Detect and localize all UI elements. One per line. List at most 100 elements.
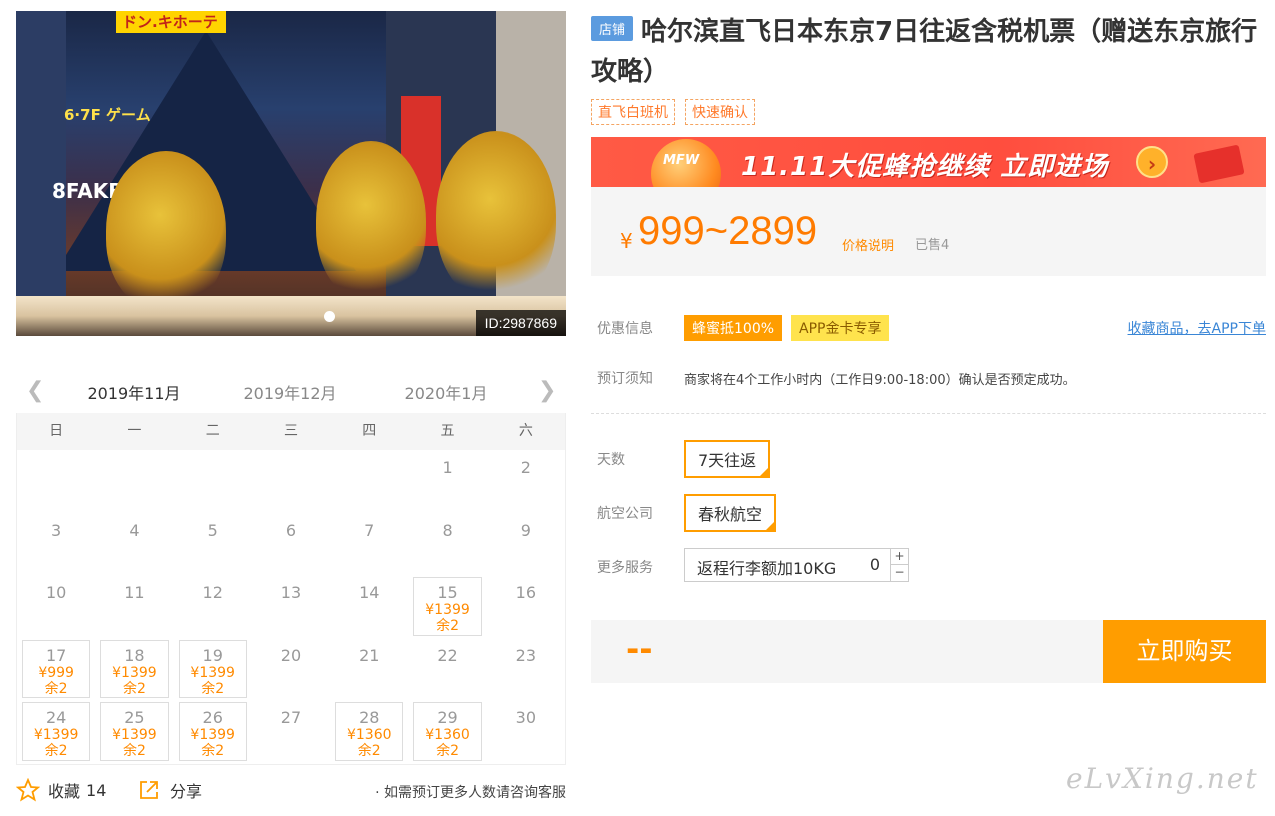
balloon-logo-icon: MFW bbox=[651, 139, 721, 187]
day-number: 10 bbox=[45, 583, 67, 603]
calendar-day[interactable]: 17 ¥999 余2 bbox=[17, 638, 95, 701]
calendar-day[interactable]: 15 ¥1399 余2 bbox=[408, 575, 486, 638]
day-number: 25 bbox=[124, 708, 145, 728]
promo-label: 优惠信息 bbox=[597, 321, 653, 337]
chevron-right-icon[interactable]: ❯ bbox=[538, 378, 556, 403]
calendar-day[interactable]: 24 ¥1399 余2 bbox=[17, 700, 95, 763]
calendar-day: 10 bbox=[17, 575, 95, 638]
weekday: 日 bbox=[49, 423, 64, 439]
calendar-day: 21 bbox=[330, 638, 408, 701]
honey-discount-badge: 蜂蜜抵100% bbox=[684, 315, 783, 341]
day-number: 9 bbox=[520, 520, 531, 540]
weekday: 六 bbox=[518, 423, 533, 439]
service-label: 更多服务 bbox=[597, 560, 653, 576]
calendar-day: 9 bbox=[487, 513, 565, 576]
shop-badge[interactable]: 店铺 bbox=[591, 16, 634, 41]
divider bbox=[591, 413, 1266, 414]
calendar-week: 12 bbox=[17, 450, 565, 513]
favorite-button[interactable]: 收藏 14 bbox=[16, 778, 106, 802]
calendar-day: 7 bbox=[330, 513, 408, 576]
day-number: 14 bbox=[359, 583, 380, 603]
red-envelope-icon bbox=[1193, 144, 1245, 184]
tab-month-jan[interactable]: 2020年1月 bbox=[390, 380, 502, 404]
sold-count: 已售4 bbox=[915, 238, 950, 253]
day-number: 23 bbox=[515, 645, 536, 665]
day-number: 6 bbox=[285, 520, 297, 540]
balloon-text: MFW bbox=[663, 153, 700, 168]
product-gallery[interactable]: ドン.キホーテ 6·7F ゲーム 8FAKB ID:2987869 bbox=[16, 11, 566, 336]
calendar-empty bbox=[174, 450, 252, 513]
share-button[interactable]: 分享 bbox=[138, 778, 202, 802]
favorite-app-link[interactable]: 收藏商品，去APP下单 bbox=[1128, 318, 1266, 338]
tab-month-dec[interactable]: 2019年12月 bbox=[234, 380, 346, 404]
price-explain-link[interactable]: 价格说明 bbox=[842, 235, 894, 254]
airline-label: 航空公司 bbox=[597, 506, 653, 522]
arrow-right-icon: › bbox=[1136, 146, 1168, 178]
calendar-day: 20 bbox=[252, 638, 330, 701]
game-sign-text: 6·7F ゲーム bbox=[64, 106, 151, 124]
price-range: 999~2899 bbox=[638, 209, 818, 253]
luggage-service-stepper: 返程行李额加10KG 0 + − bbox=[684, 548, 909, 582]
carousel-dot[interactable] bbox=[324, 311, 335, 322]
calendar-week: 24 ¥1399 余2 25 ¥1399 余2 26 ¥1399 余2 27 28 ¥1360 余2 29… bbox=[17, 700, 565, 763]
day-number: 21 bbox=[359, 645, 380, 665]
calendar-empty bbox=[95, 450, 173, 513]
booking-label: 预订须知 bbox=[597, 371, 653, 387]
calendar-day[interactable]: 18 ¥1399 余2 bbox=[95, 638, 173, 701]
calendar-day: 5 bbox=[174, 513, 252, 576]
calendar-day: 13 bbox=[252, 575, 330, 638]
day-number: 29 bbox=[437, 708, 458, 728]
day-number: 3 bbox=[51, 520, 62, 540]
days-label: 天数 bbox=[597, 452, 625, 468]
day-price: ¥1399 bbox=[425, 602, 470, 619]
share-icon bbox=[140, 781, 158, 799]
day-number bbox=[17, 450, 95, 458]
feature-tag: 直飞白班机 bbox=[591, 99, 675, 125]
gallery-footer: 收藏 14 分享 · 如需预订更多人数请咨询客服 bbox=[16, 776, 566, 806]
day-number: 22 bbox=[437, 645, 458, 665]
plus-icon[interactable]: + bbox=[890, 549, 908, 565]
calendar-day: 27 bbox=[252, 700, 330, 763]
day-number: 26 bbox=[202, 708, 223, 728]
day-number: 12 bbox=[202, 583, 223, 603]
day-remaining: 余2 bbox=[201, 743, 225, 760]
calendar-day[interactable]: 29 ¥1360 余2 bbox=[408, 700, 486, 763]
weekday: 四 bbox=[362, 423, 377, 439]
promo-banner[interactable]: MFW 11.11大促蜂抢继续 立即进场 › bbox=[591, 137, 1266, 187]
day-price: ¥1399 bbox=[112, 727, 157, 744]
day-number: 5 bbox=[207, 520, 218, 540]
ginkgo-tree bbox=[316, 141, 426, 301]
buy-now-button[interactable]: 立即购买 bbox=[1103, 620, 1266, 683]
tab-month-nov[interactable]: 2019年11月 bbox=[78, 380, 190, 416]
days-option-7[interactable]: 7天往返 bbox=[684, 440, 771, 478]
calendar-day[interactable]: 28 ¥1360 余2 bbox=[330, 700, 408, 763]
calendar-day: 4 bbox=[95, 513, 173, 576]
calendar-day[interactable]: 25 ¥1399 余2 bbox=[95, 700, 173, 763]
day-price: ¥1399 bbox=[112, 664, 157, 681]
day-number: 16 bbox=[515, 583, 536, 603]
day-number: 20 bbox=[280, 645, 302, 665]
calendar-grid: 日 一 二 三 四 五 六 1 2 3 4 5 6 7 8 9 10 11 12 13 14 15 ¥1399… bbox=[16, 413, 566, 765]
quantity-value[interactable]: 0 bbox=[870, 555, 880, 574]
day-number: 8 bbox=[442, 520, 453, 540]
calendar-day: 1 bbox=[408, 450, 486, 513]
calendar-day[interactable]: 19 ¥1399 余2 bbox=[174, 638, 252, 701]
calendar-day: 14 bbox=[330, 575, 408, 638]
ginkgo-tree bbox=[106, 151, 226, 311]
day-number: 11 bbox=[124, 583, 145, 603]
calendar-day: 16 bbox=[487, 575, 565, 638]
minus-icon[interactable]: − bbox=[890, 565, 908, 581]
weekday-row: 日 一 二 三 四 五 六 bbox=[17, 413, 565, 450]
chevron-left-icon[interactable]: ❮ bbox=[26, 378, 44, 403]
day-number bbox=[174, 450, 252, 458]
calendar-day[interactable]: 26 ¥1399 余2 bbox=[174, 700, 252, 763]
day-number: 15 bbox=[437, 583, 458, 603]
airline-option-spring[interactable]: 春秋航空 bbox=[684, 494, 777, 532]
day-number: 17 bbox=[45, 645, 67, 665]
product-title: 哈尔滨直飞日本东京7日往返含税机票（赠送东京旅行攻略） bbox=[591, 17, 1258, 87]
day-remaining: 余2 bbox=[436, 618, 459, 635]
day-price: ¥1399 bbox=[33, 727, 79, 744]
calendar-empty bbox=[17, 450, 95, 513]
weekday: 三 bbox=[283, 423, 298, 439]
day-number: 30 bbox=[515, 708, 536, 728]
